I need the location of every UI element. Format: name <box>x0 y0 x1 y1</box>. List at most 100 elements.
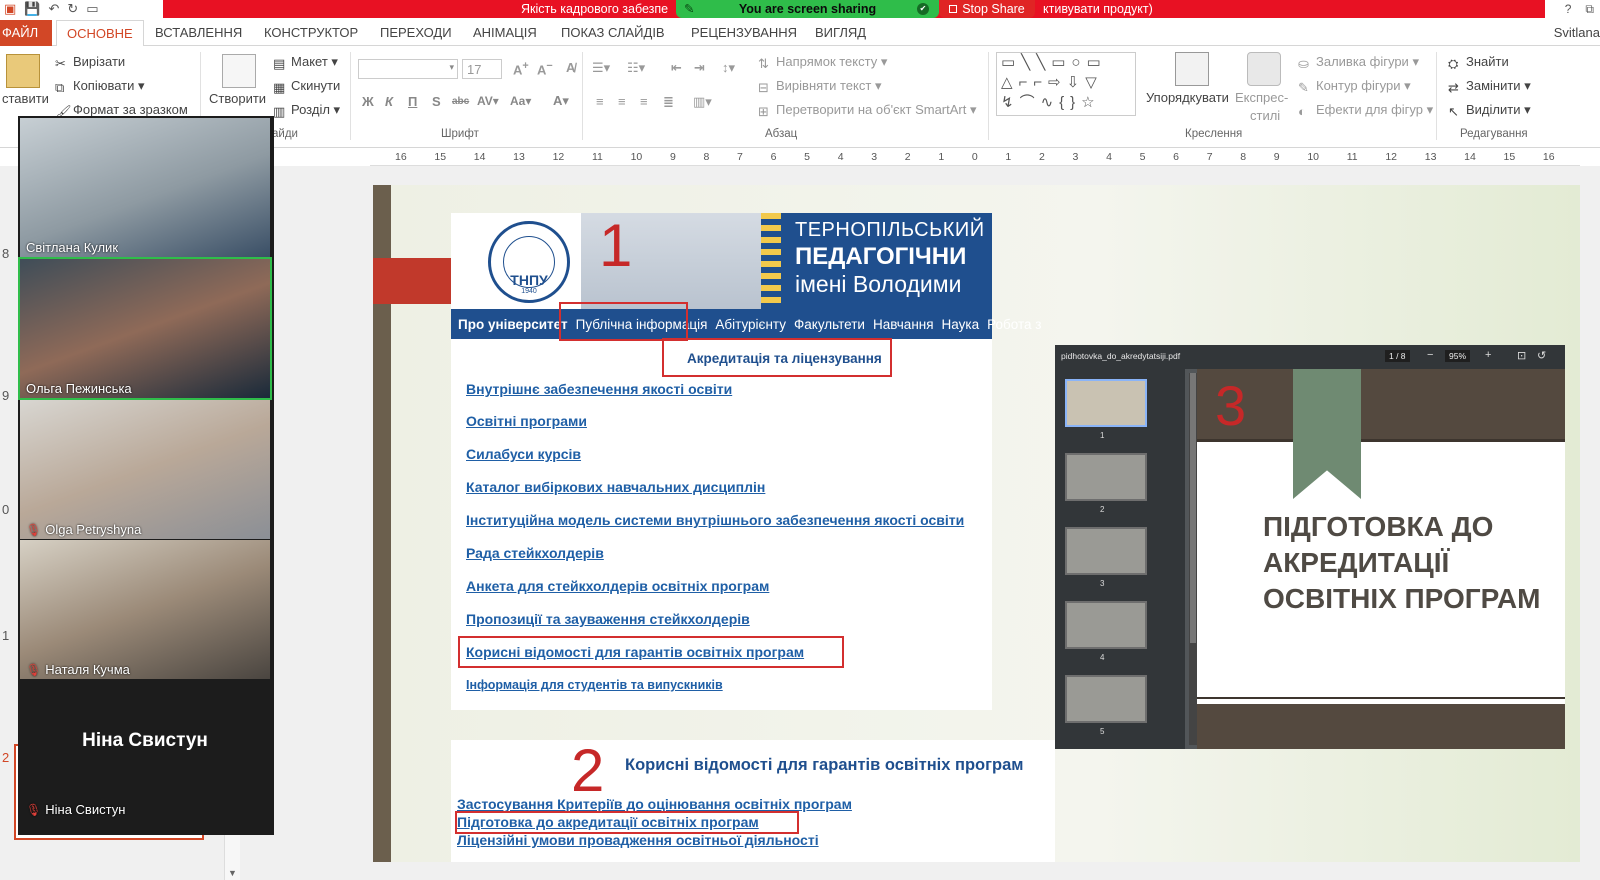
font-name-input[interactable]: ▾ <box>358 59 458 79</box>
case-icon[interactable]: Aa▾ <box>510 94 531 108</box>
video-tile[interactable]: Світлана Кулик <box>20 118 270 257</box>
nav-faculties[interactable]: Факультети <box>794 317 865 332</box>
link-syllabi[interactable]: Силабуси курсів <box>466 446 581 462</box>
cut-button[interactable]: ✂ Вирізати <box>55 54 125 71</box>
tab-review[interactable]: РЕЦЕНЗУВАННЯ <box>681 20 807 46</box>
nav-science[interactable]: Наука <box>942 317 980 332</box>
pdf-thumb-1[interactable] <box>1065 379 1147 427</box>
line-spacing-icon[interactable]: ↕▾ <box>722 60 735 76</box>
tab-insert[interactable]: ВСТАВЛЕННЯ <box>145 20 252 46</box>
spacing-icon[interactable]: AV▾ <box>477 94 499 108</box>
tab-view[interactable]: ВИГЛЯД <box>805 20 876 46</box>
scroll-down-icon[interactable]: ▼ <box>228 868 237 878</box>
align-right-icon[interactable]: ≡ <box>640 94 648 109</box>
indent-decrease-icon[interactable]: ⇤ <box>671 60 682 76</box>
pdf-zoom-level[interactable]: 95% <box>1445 350 1471 362</box>
pdf-thumb-5[interactable] <box>1065 675 1147 723</box>
align-left-icon[interactable]: ≡ <box>596 94 604 109</box>
link-elective-catalog[interactable]: Каталог вибіркових навчальних дисциплін <box>466 479 765 495</box>
paste-icon[interactable] <box>6 54 40 88</box>
link-quality-assurance[interactable]: Внутрішнє забезпечення якості освіти <box>466 381 732 397</box>
pdf-scrollbar[interactable] <box>1189 373 1197 745</box>
bullets-icon[interactable]: ☰▾ <box>592 60 610 76</box>
zoom-out-icon[interactable]: − <box>1427 349 1433 361</box>
stop-share-button[interactable]: Stop Share <box>939 0 1035 18</box>
pdf-thumb-4[interactable] <box>1065 601 1147 649</box>
new-slide-icon[interactable] <box>222 54 256 88</box>
link-stakeholder-survey[interactable]: Анкета для стейкхолдерів освітніх програ… <box>466 578 769 594</box>
nav-about[interactable]: Про університет <box>458 317 568 332</box>
nav-applicants[interactable]: Абітурієнту <box>715 317 786 332</box>
website-screenshot-1[interactable]: ТНПУ 1940 1 ТЕРНОПІЛЬСЬКИЙ ПЕДАГОГІЧНИ і… <box>451 212 1041 710</box>
smartart-button[interactable]: ⊞ Перетворити на об'єкт SmartArt ▾ <box>758 102 977 119</box>
shapes-gallery[interactable]: ▭╲╲▭○▭ △⌐⌐⇨⇩▽ ↯⌒∿{}☆ <box>996 52 1136 116</box>
tab-design[interactable]: КОНСТРУКТОР <box>254 20 368 46</box>
pdf-thumb-2[interactable] <box>1065 453 1147 501</box>
present-icon[interactable]: ▭ <box>86 1 98 17</box>
user-name[interactable]: Svitlana <box>1554 20 1600 46</box>
link-educational-programs[interactable]: Освітні програми <box>466 413 587 429</box>
quick-styles-button[interactable]: Експрес- <box>1235 90 1288 105</box>
zoom-in-icon[interactable]: + <box>1485 349 1491 361</box>
rotate-icon[interactable]: ↺ <box>1537 349 1546 362</box>
arrange-icon[interactable] <box>1175 52 1209 86</box>
quick-styles-icon[interactable] <box>1247 52 1281 86</box>
link-institutional-model[interactable]: Інституційна модель системи внутрішнього… <box>466 512 964 528</box>
tab-transitions[interactable]: ПЕРЕХОДИ <box>370 20 462 46</box>
video-tile[interactable]: 🎙 Olga Petryshyna <box>20 400 270 539</box>
increase-font-icon[interactable]: A+ <box>513 60 529 77</box>
tab-home[interactable]: ОСНОВНЕ <box>56 20 144 47</box>
section-button[interactable]: ▥ Розділ ▾ <box>273 102 340 119</box>
horizontal-ruler[interactable]: 16 15 14 13 12 11 10 9 8 7 6 5 4 3 2 1 0 1 2 3 4 5 6 7 8 9 10 11 12 1… <box>370 150 1580 166</box>
fit-page-icon[interactable]: ⊡ <box>1517 349 1526 362</box>
pdf-page-indicator[interactable]: 1 / 8 <box>1385 350 1410 362</box>
layout-button[interactable]: ▤ Макет ▾ <box>273 54 338 71</box>
font-color-icon[interactable]: A▾ <box>553 93 569 109</box>
strikethrough-icon[interactable]: abc <box>452 96 469 107</box>
text-direction-button[interactable]: ⇅ Напрямок тексту ▾ <box>758 54 887 71</box>
undo-icon[interactable]: ↶ <box>48 1 59 17</box>
tab-file[interactable]: ФАЙЛ <box>0 20 52 46</box>
tab-animations[interactable]: АНІМАЦІЯ <box>463 20 547 46</box>
align-center-icon[interactable]: ≡ <box>618 94 626 109</box>
video-tile-active-speaker[interactable]: Ольга Пежинська <box>18 257 272 400</box>
replace-button[interactable]: ⇄ Замінити ▾ <box>1448 78 1531 95</box>
video-tile[interactable]: 🎙 Наталя Кучма <box>20 540 270 679</box>
help-button[interactable]: ? <box>1565 2 1572 16</box>
bold-icon[interactable]: Ж <box>362 94 374 109</box>
italic-icon[interactable]: К <box>385 94 393 109</box>
clear-format-icon[interactable]: A̸ <box>566 60 575 75</box>
link-stakeholder-council[interactable]: Рада стейкхолдерів <box>466 545 604 561</box>
indent-increase-icon[interactable]: ⇥ <box>694 60 705 76</box>
copy-button[interactable]: ⧉ Копіювати ▾ <box>55 78 145 95</box>
shape-effects-button[interactable]: ◐ Ефекти для фігур ▾ <box>1298 102 1433 119</box>
shadow-icon[interactable]: S <box>432 94 441 109</box>
pdf-scroll-thumb[interactable] <box>1190 373 1196 643</box>
reset-button[interactable]: ▦ Скинути <box>273 78 340 95</box>
link-stakeholder-proposals[interactable]: Пропозиції та зауваження стейкхолдерів <box>466 611 750 627</box>
align-text-button[interactable]: ⊟ Вирівняти текст ▾ <box>758 78 881 95</box>
website-screenshot-2[interactable]: 2 Корисні відомості для гарантів освітні… <box>451 737 1055 862</box>
redo-icon[interactable]: ↻ <box>67 1 78 17</box>
shape-outline-button[interactable]: ✎ Контур фігури ▾ <box>1298 78 1411 95</box>
find-button[interactable]: ⛭ Знайти <box>1448 54 1509 71</box>
video-tile-no-camera[interactable]: Ніна Свистун 🎙 Ніна Свистун <box>20 680 270 819</box>
underline-icon[interactable]: П <box>408 94 417 109</box>
nav-study[interactable]: Навчання <box>873 317 934 332</box>
link-criteria[interactable]: Застосування Критеріїв до оцінювання осв… <box>457 796 852 812</box>
justify-icon[interactable]: ≣ <box>663 94 674 110</box>
restore-icon[interactable]: ⧉ <box>1585 2 1594 17</box>
shape-fill-button[interactable]: ⛀ Заливка фігури ▾ <box>1298 54 1419 71</box>
arrange-button[interactable]: Упорядкувати <box>1146 90 1229 105</box>
save-icon[interactable]: 💾 <box>24 1 40 17</box>
new-slide-button[interactable]: Створити <box>209 91 266 106</box>
font-size-input[interactable]: 17 <box>462 59 502 79</box>
link-student-info[interactable]: Інформація для студентів та випускників <box>466 678 723 692</box>
numbering-icon[interactable]: ☷▾ <box>627 60 645 76</box>
paste-button[interactable]: ставити <box>2 91 49 106</box>
accreditation-heading[interactable]: Акредитація та ліцензування <box>687 351 882 366</box>
tab-slideshow[interactable]: ПОКАЗ СЛАЙДІВ <box>551 20 675 46</box>
nav-work[interactable]: Робота з <box>987 317 1041 332</box>
pdf-viewer-screenshot[interactable]: pidhotovka_do_akredytatsiji.pdf 1 / 8 − … <box>1055 345 1565 749</box>
decrease-font-icon[interactable]: A− <box>537 60 553 77</box>
